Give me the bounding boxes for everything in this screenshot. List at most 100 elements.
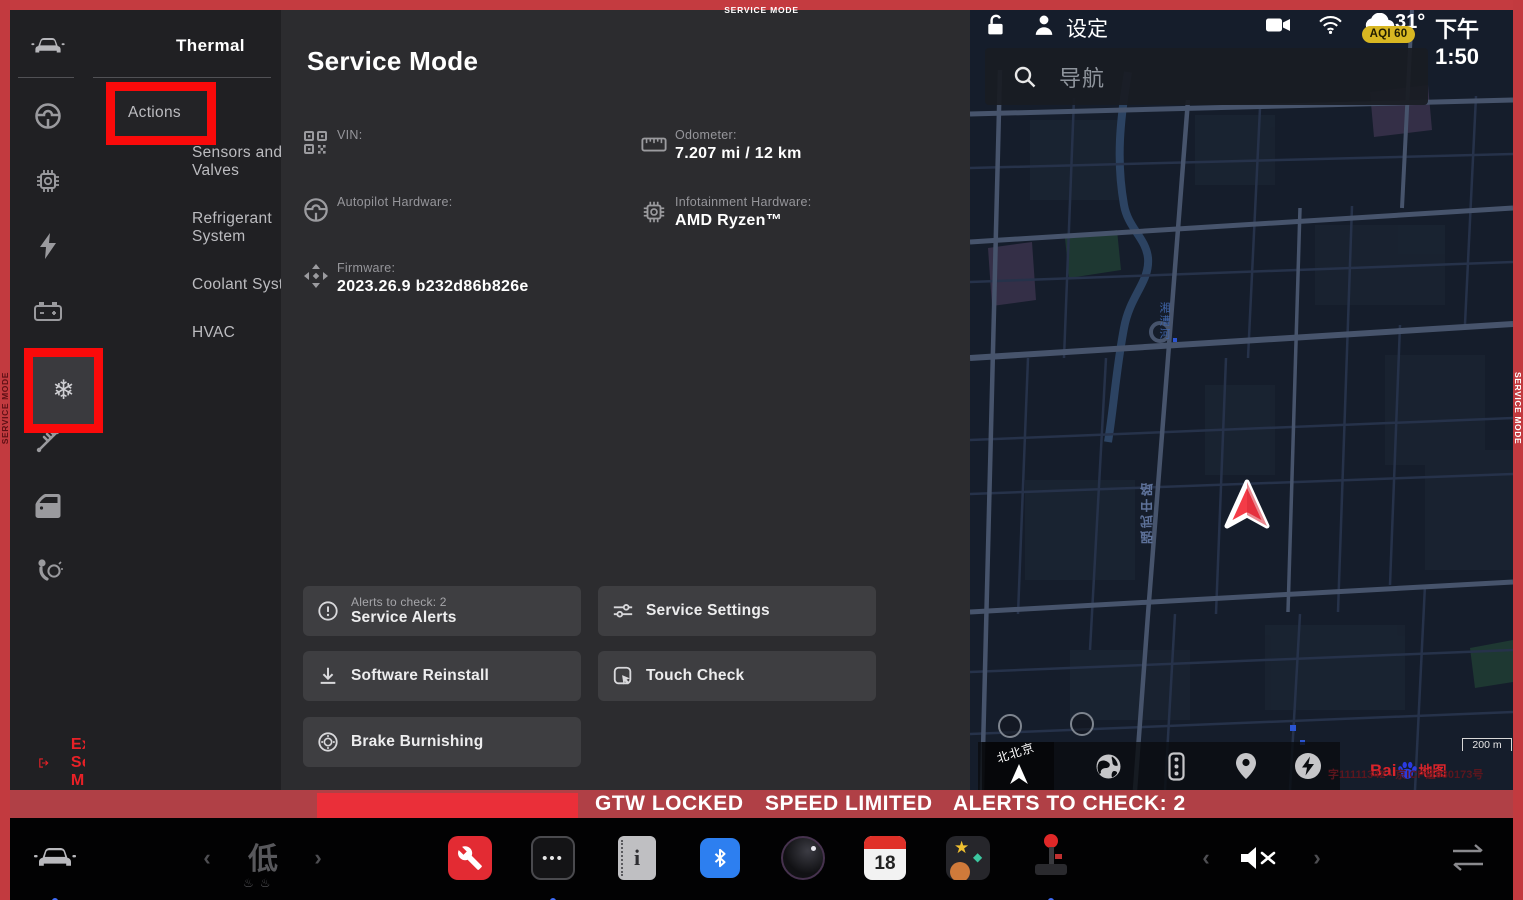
service-mode-top-strip: SERVICE MODE: [0, 0, 1523, 10]
vehicle-controls-button[interactable]: [30, 840, 80, 872]
snowflake-icon[interactable]: ❄: [52, 375, 75, 406]
map-attribution: 字11111342 - 京ICP证030173号: [1328, 766, 1483, 782]
media-previous-chevron[interactable]: ‹: [1197, 846, 1215, 870]
swap-arrows-icon: [1449, 842, 1487, 874]
media-source-swap-button[interactable]: [1448, 840, 1488, 876]
battery-tab-icon[interactable]: [10, 289, 85, 333]
vehicle-tab-icon[interactable]: [10, 23, 85, 67]
odometer-label: Odometer:: [675, 128, 802, 142]
thermal-tab-annotation-box: ❄: [24, 348, 103, 433]
service-alerts-button[interactable]: Alerts to check: 2 Service Alerts: [303, 586, 581, 636]
software-reinstall-button[interactable]: Software Reinstall: [303, 651, 581, 701]
service-mode-right-label: SERVICE MODE: [1513, 372, 1523, 444]
map-mode-button[interactable]: [1094, 752, 1122, 780]
touch-check-button[interactable]: Touch Check: [598, 651, 876, 701]
door-tab-icon[interactable]: [10, 484, 85, 528]
traffic-button[interactable]: [1162, 752, 1190, 780]
notes-icon: i: [618, 836, 656, 880]
driver-profile-icon[interactable]: [1034, 14, 1054, 36]
calendar-app-button[interactable]: 18: [864, 836, 906, 880]
odometer-icon: [641, 132, 667, 158]
autopilot-label: Autopilot Hardware:: [337, 195, 452, 209]
joystick-icon: [1033, 834, 1069, 880]
menu-item-actions[interactable]: Actions: [128, 104, 258, 122]
charging-button[interactable]: [1294, 752, 1322, 780]
vehicle-location-arrow: [1223, 478, 1271, 532]
chip-tab-icon[interactable]: [10, 159, 85, 203]
infotainment-value: AMD Ryzen™: [675, 212, 812, 230]
odometer-value: 7.207 mi / 12 km: [675, 145, 802, 163]
notes-app-button[interactable]: i: [618, 836, 656, 880]
high-voltage-tab-icon[interactable]: [10, 224, 85, 268]
camera-app-button[interactable]: [781, 836, 825, 880]
page-title: Service Mode: [307, 46, 478, 77]
odometer-info: Odometer: 7.207 mi / 12 km: [675, 128, 802, 163]
gtw-locked-label: GTW LOCKED: [595, 792, 743, 816]
service-status-banner: GTW LOCKED SPEED LIMITED ALERTS TO CHECK…: [0, 790, 1523, 818]
climate-temp-button[interactable]: 低: [240, 836, 286, 876]
map-canvas: [970, 10, 1513, 790]
steering-tab-icon[interactable]: [10, 94, 85, 138]
map-toolbar: 北北京: [978, 742, 1340, 790]
dashcam-icon[interactable]: [1266, 17, 1291, 33]
firmware-info: Firmware: 2023.26.9 b232d86b826e: [337, 261, 529, 296]
settings-label[interactable]: 设定: [1066, 13, 1108, 43]
wifi-icon[interactable]: [1318, 15, 1343, 34]
screen: ❄ Exit Service Mode Thermal Sensors and …: [0, 0, 1523, 900]
taskbar: ‹ 低 ♨♨ › ••• i 18 ★ ◆: [0, 818, 1523, 900]
unlocked-icon[interactable]: [986, 14, 1006, 36]
vin-value: [337, 145, 363, 163]
actions-annotation-box: Actions: [106, 82, 216, 145]
volume-muted-button[interactable]: [1238, 844, 1280, 872]
service-settings-button[interactable]: Service Settings: [598, 586, 876, 636]
exit-icon: [38, 752, 49, 774]
theater-app-button[interactable]: ★ ◆: [946, 836, 990, 880]
street-name-label: 强武中路: [1138, 480, 1157, 544]
service-mode-content: Service Mode VIN: Odometer: 7.207 mi / 1…: [281, 10, 970, 790]
bluetooth-icon: [710, 846, 730, 870]
infotainment-label: Infotainment Hardware:: [675, 195, 812, 209]
map-status-bar: 设定 31° AQI 60 下午1:50: [970, 10, 1513, 44]
compass-button[interactable]: 北北京: [982, 742, 1054, 790]
bluetooth-button[interactable]: [700, 838, 740, 878]
map-pin-icon: [1235, 752, 1257, 780]
camera-lens-icon: [781, 836, 825, 880]
firmware-icon: [303, 263, 329, 289]
software-reinstall-label: Software Reinstall: [351, 667, 489, 685]
calendar-day: 18: [864, 849, 906, 878]
thermal-menu-panel: Thermal Sensors and Valves Refrigerant S…: [85, 10, 281, 790]
brake-burnishing-button[interactable]: Brake Burnishing: [303, 717, 581, 767]
muted-speaker-icon: [1240, 845, 1278, 871]
service-mode-top-label: SERVICE MODE: [724, 5, 799, 15]
brake-burnishing-label: Brake Burnishing: [351, 733, 483, 751]
airbag-tab-icon[interactable]: [10, 549, 85, 593]
fan-speed-increase-chevron[interactable]: ›: [309, 846, 327, 870]
touch-icon: [612, 665, 634, 687]
firmware-label: Firmware:: [337, 261, 529, 275]
alert-icon: [317, 600, 339, 622]
vin-icon: [303, 130, 329, 156]
more-apps-button[interactable]: •••: [531, 836, 575, 880]
banner-highlight-segment: [317, 793, 578, 818]
nav-search-box[interactable]: 导航: [985, 48, 1428, 105]
nav-search-placeholder: 导航: [1059, 61, 1105, 93]
map-panel[interactable]: 强武中路 湘漕河 设定 31° AQI 60 下午1:50 导航 北北京: [970, 10, 1513, 790]
service-mode-right-strip: SERVICE MODE: [1513, 0, 1523, 900]
service-app-button[interactable]: [448, 836, 492, 880]
service-settings-label: Service Settings: [646, 602, 770, 620]
sliders-icon: [612, 600, 634, 622]
clock-label: 下午1:50: [1435, 12, 1513, 70]
star-glyph: ★: [954, 838, 969, 858]
autopilot-info: Autopilot Hardware:: [337, 195, 452, 230]
touch-check-label: Touch Check: [646, 667, 744, 685]
wrench-icon: [457, 845, 483, 871]
arcade-app-button[interactable]: [1033, 834, 1069, 880]
compass-cn-label: 北北京: [994, 738, 1036, 766]
theater-icon: ★ ◆: [946, 836, 990, 880]
car-icon: [32, 842, 78, 870]
fan-speed-decrease-chevron[interactable]: ‹: [198, 846, 216, 870]
pin-button[interactable]: [1232, 752, 1260, 780]
firmware-value: 2023.26.9 b232d86b826e: [337, 278, 529, 296]
media-next-chevron[interactable]: ›: [1308, 846, 1326, 870]
service-alerts-label: Service Alerts: [351, 609, 457, 627]
